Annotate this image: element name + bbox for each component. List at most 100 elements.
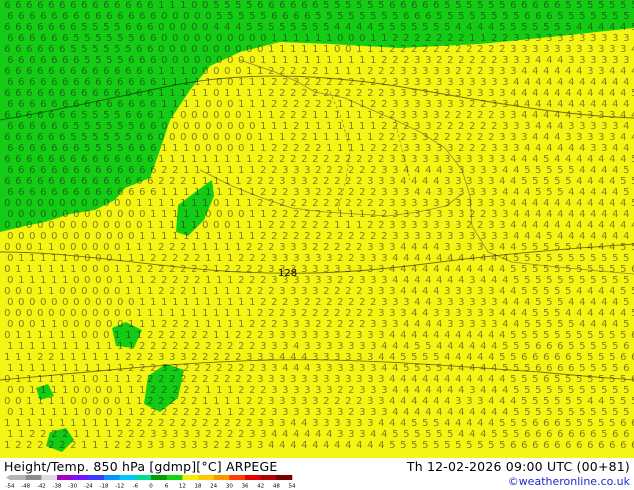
grid-value: 6 bbox=[81, 88, 87, 99]
grid-value: 1 bbox=[7, 363, 13, 374]
grid-value: 2 bbox=[238, 275, 244, 286]
grid-value: 2 bbox=[312, 220, 318, 231]
grid-value: 4 bbox=[598, 88, 604, 99]
grid-value: 1 bbox=[224, 154, 230, 165]
grid-value: 6 bbox=[26, 22, 32, 33]
grid-value: 6 bbox=[7, 55, 13, 66]
grid-value: 2 bbox=[480, 121, 486, 132]
grid-value: 4 bbox=[389, 396, 395, 407]
grid-value: 3 bbox=[411, 132, 417, 143]
grid-value: 2 bbox=[279, 220, 285, 231]
grid-value: 0 bbox=[103, 242, 109, 253]
scale-swatch bbox=[135, 475, 152, 480]
grid-value: 1 bbox=[183, 297, 189, 308]
grid-value: 3 bbox=[590, 121, 596, 132]
grid-value: 6 bbox=[15, 154, 21, 165]
grid-value: 5 bbox=[598, 330, 604, 341]
grid-value: 3 bbox=[491, 77, 497, 88]
grid-value: 0 bbox=[92, 220, 98, 231]
grid-value: 3 bbox=[598, 132, 604, 143]
grid-value: 3 bbox=[521, 44, 527, 55]
grid-value: 2 bbox=[183, 319, 189, 330]
grid-value: 1 bbox=[260, 99, 266, 110]
grid-value: 0 bbox=[213, 220, 219, 231]
grid-value: 1 bbox=[114, 374, 120, 385]
grid-value: 3 bbox=[579, 55, 585, 66]
grid-value: 3 bbox=[279, 286, 285, 297]
grid-value: 6 bbox=[136, 44, 142, 55]
grid-value: 2 bbox=[227, 363, 233, 374]
grid-value: 5 bbox=[499, 22, 505, 33]
grid-value: 3 bbox=[513, 33, 519, 44]
grid-value: 4 bbox=[587, 396, 593, 407]
grid-value: 6 bbox=[139, 187, 145, 198]
grid-value: 4 bbox=[590, 165, 596, 176]
grid-value: 3 bbox=[304, 187, 310, 198]
grid-value: 3 bbox=[268, 418, 274, 429]
grid-value: 3 bbox=[392, 187, 398, 198]
grid-value: 5 bbox=[535, 385, 541, 396]
grid-value: 0 bbox=[202, 44, 208, 55]
grid-value: 1 bbox=[205, 165, 211, 176]
grid-value: 4 bbox=[458, 341, 464, 352]
grid-value: 1 bbox=[136, 242, 142, 253]
grid-value: 3 bbox=[301, 264, 307, 275]
grid-value: 5 bbox=[620, 176, 626, 187]
grid-value: 5 bbox=[502, 341, 508, 352]
grid-value: 2 bbox=[477, 66, 483, 77]
grid-value: 5 bbox=[81, 22, 87, 33]
grid-value: 5 bbox=[477, 440, 483, 451]
grid-value: 1 bbox=[334, 220, 340, 231]
grid-value: 5 bbox=[433, 22, 439, 33]
grid-value: 6 bbox=[568, 363, 574, 374]
grid-value: 4 bbox=[290, 352, 296, 363]
grid-value: 4 bbox=[422, 396, 428, 407]
grid-value: 5 bbox=[623, 385, 629, 396]
grid-value: 1 bbox=[37, 242, 43, 253]
grid-value: 5 bbox=[565, 374, 571, 385]
grid-value: 1 bbox=[73, 407, 79, 418]
grid-value: 1 bbox=[136, 198, 142, 209]
grid-value: 1 bbox=[238, 77, 244, 88]
grid-value: 3 bbox=[422, 132, 428, 143]
grid-value: 1 bbox=[117, 275, 123, 286]
grid-value: 5 bbox=[213, 0, 219, 11]
grid-value: 5 bbox=[579, 11, 585, 22]
grid-value: 4 bbox=[510, 396, 516, 407]
grid-value: 2 bbox=[356, 286, 362, 297]
grid-value: 4 bbox=[491, 363, 497, 374]
grid-value: 4 bbox=[444, 374, 450, 385]
grid-value: 5 bbox=[227, 11, 233, 22]
grid-value: 2 bbox=[334, 198, 340, 209]
grid-value: 3 bbox=[411, 154, 417, 165]
grid-value: 0 bbox=[84, 319, 90, 330]
grid-value: 3 bbox=[337, 407, 343, 418]
grid-value: 4 bbox=[546, 209, 552, 220]
grid-value: 5 bbox=[389, 440, 395, 451]
grid-value: 5 bbox=[565, 0, 571, 11]
grid-value: 1 bbox=[213, 330, 219, 341]
grid-value: 2 bbox=[279, 154, 285, 165]
grid-value: 3 bbox=[136, 440, 142, 451]
grid-value: 4 bbox=[554, 66, 560, 77]
grid-value: 0 bbox=[235, 66, 241, 77]
grid-value: 4 bbox=[488, 396, 494, 407]
grid-value: 2 bbox=[304, 209, 310, 220]
grid-value: 0 bbox=[103, 308, 109, 319]
grid-value: 3 bbox=[293, 165, 299, 176]
grid-value: 1 bbox=[180, 88, 186, 99]
scale-tick-label: -54 bbox=[6, 484, 15, 490]
grid-value: 2 bbox=[337, 297, 343, 308]
grid-value: 1 bbox=[235, 154, 241, 165]
grid-value: 0 bbox=[125, 220, 131, 231]
grid-value: 5 bbox=[447, 11, 453, 22]
grid-value: 0 bbox=[125, 198, 131, 209]
grid-value: 1 bbox=[125, 396, 131, 407]
grid-value: 5 bbox=[521, 374, 527, 385]
grid-value: 2 bbox=[381, 55, 387, 66]
grid-value: 4 bbox=[590, 209, 596, 220]
grid-value: 1 bbox=[246, 220, 252, 231]
grid-value: 0 bbox=[18, 209, 24, 220]
grid-value: 3 bbox=[271, 253, 277, 264]
grid-value: 6 bbox=[70, 0, 76, 11]
